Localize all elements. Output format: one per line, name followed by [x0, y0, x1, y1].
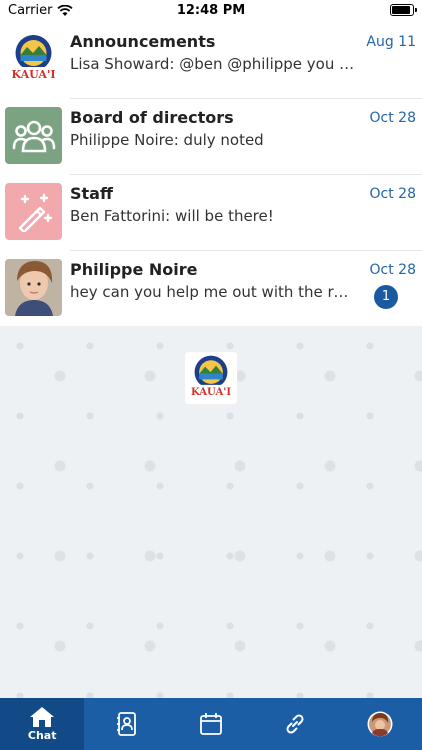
chat-preview: Lisa Showard: @ben @philippe you are … [70, 55, 355, 73]
rotary-club-logo: KAUA'I [5, 31, 62, 88]
chat-date: Oct 28 [369, 186, 416, 202]
chat-row-board-of-directors[interactable]: Board of directors Philippe Noire: duly … [0, 98, 422, 174]
tab-bar: Chat [0, 698, 422, 750]
chat-title: Announcements [70, 32, 216, 51]
tab-links[interactable] [253, 698, 337, 750]
battery-icon [390, 4, 417, 16]
status-right [390, 4, 417, 16]
chat-title: Staff [70, 184, 113, 203]
tab-chat[interactable]: Chat [0, 698, 85, 750]
unread-badge: 1 [374, 285, 398, 309]
chat-list: KAUA'I Announcements Lisa Showard: @ben … [0, 22, 422, 326]
home-icon [30, 707, 55, 727]
svg-text:KAUA'I: KAUA'I [12, 68, 56, 81]
group-icon [5, 107, 62, 164]
tab-label: Chat [27, 729, 57, 742]
chat-date: Oct 28 [369, 262, 416, 278]
tab-calendar[interactable] [169, 698, 253, 750]
chat-row-announcements[interactable]: KAUA'I Announcements Lisa Showard: @ben … [0, 22, 422, 98]
tab-profile[interactable] [338, 698, 422, 750]
chat-row-staff[interactable]: Staff Ben Fattorini: will be there! Oct … [0, 174, 422, 250]
chat-date: Oct 28 [369, 110, 416, 126]
rotary-club-logo: KAUA'I [185, 352, 237, 404]
profile-photo [5, 259, 62, 316]
tab-contacts[interactable] [84, 698, 168, 750]
status-time: 12:48 PM [176, 3, 246, 18]
contacts-icon [116, 712, 136, 736]
chat-preview: Ben Fattorini: will be there! [70, 207, 274, 225]
battery-fill [392, 6, 411, 14]
chat-title: Board of directors [70, 108, 234, 127]
chat-preview: Philippe Noire: duly noted [70, 131, 264, 149]
status-bar: Carrier 12:48 PM [0, 0, 422, 22]
chat-row-philippe-noire[interactable]: Philippe Noire hey can you help me out w… [0, 250, 422, 326]
magic-wand-icon [5, 183, 62, 240]
profile-avatar-icon [367, 711, 393, 737]
calendar-icon [200, 713, 222, 735]
link-icon [286, 714, 304, 734]
chat-title: Philippe Noire [70, 260, 198, 279]
chat-date: Aug 11 [366, 34, 416, 50]
svg-text:KAUA'I: KAUA'I [191, 387, 231, 398]
chat-preview: hey can you help me out with the repo… [70, 283, 355, 301]
